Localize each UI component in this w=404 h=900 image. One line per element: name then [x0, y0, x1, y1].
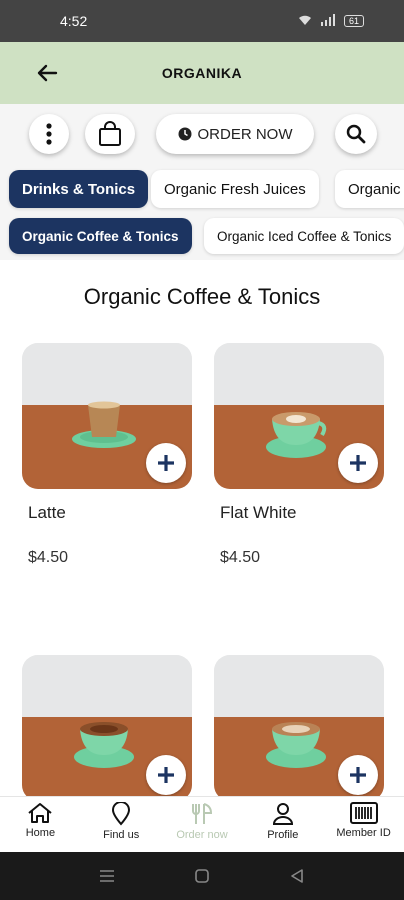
app-title: ORGANIKA: [161, 65, 243, 81]
plus-icon: [350, 455, 366, 471]
barcode-icon: [349, 802, 378, 824]
square-icon: [195, 869, 209, 883]
add-to-cart-button[interactable]: [146, 443, 186, 483]
nav-home[interactable]: Home: [0, 797, 81, 852]
wifi-icon: [298, 14, 312, 29]
plus-icon: [158, 455, 174, 471]
product-price: $4.50: [28, 549, 69, 566]
status-time: 4:52: [60, 13, 88, 29]
nav-member-id[interactable]: Member ID: [323, 797, 404, 852]
coffee-image: [266, 412, 327, 458]
product-name: Flat White: [220, 503, 297, 522]
status-icons: 61: [298, 13, 364, 29]
search-icon: [346, 124, 366, 144]
section-title: Organic Coffee & Tonics: [83, 284, 321, 309]
product-image[interactable]: [214, 343, 384, 489]
tab-organic-coffee-tonics[interactable]: Organic Coffee & Tonics: [9, 218, 192, 254]
product-image[interactable]: [214, 655, 384, 796]
nav-label: Member ID: [336, 827, 391, 839]
tab-label: Organic: [348, 180, 401, 198]
order-now-button[interactable]: ORDER NOW: [156, 114, 314, 154]
home-icon: [28, 803, 53, 823]
menu-lines-icon: [100, 870, 115, 882]
add-to-cart-button[interactable]: [338, 755, 378, 795]
product-image[interactable]: [22, 655, 192, 796]
plus-icon: [158, 767, 174, 783]
coffee-image: [72, 401, 136, 448]
nav-label: Home: [25, 827, 56, 839]
tab-label: Organic Coffee & Tonics: [22, 228, 179, 244]
product-list: Organic Coffee & Tonics Latte $4.50 Flat…: [10, 260, 394, 796]
cart-button[interactable]: [85, 114, 135, 154]
home-system-button[interactable]: [187, 861, 217, 891]
nav-label: Order now: [176, 829, 228, 841]
recent-apps-button[interactable]: [92, 861, 122, 891]
tab-label: Organic Fresh Juices: [164, 180, 306, 198]
cutlery-icon: [191, 803, 212, 824]
subcategory-tabs: Organic Coffee & Tonics Organic Iced Cof…: [0, 212, 404, 260]
add-to-cart-button[interactable]: [338, 443, 378, 483]
coffee-image: [266, 722, 326, 768]
tab-label: Organic Iced Coffee & Tonics: [217, 228, 392, 244]
signal-icon: [320, 13, 336, 29]
shopping-bag-icon: [99, 121, 121, 146]
product-image[interactable]: [22, 343, 192, 489]
tab-organic-iced-coffee-tonics[interactable]: Organic Iced Coffee & Tonics: [204, 218, 404, 254]
back-system-button[interactable]: [282, 861, 312, 891]
location-pin-icon: [112, 802, 131, 826]
clock-icon: [178, 127, 191, 141]
category-tabs: Drinks & Tonics Organic Fresh Juices Org…: [0, 164, 404, 212]
tab-drinks-tonics[interactable]: Drinks & Tonics: [9, 170, 149, 208]
tab-organic-fresh-juices[interactable]: Organic Fresh Juices: [151, 170, 319, 208]
more-vertical-icon: [46, 123, 52, 145]
product-price: $4.50: [220, 549, 261, 566]
triangle-back-icon: [290, 869, 303, 883]
toolbar: ORDER NOW: [0, 104, 404, 164]
battery-icon: 61: [343, 15, 364, 27]
product-name: Latte: [28, 503, 66, 522]
system-nav-bar: [0, 852, 404, 900]
user-icon: [272, 803, 293, 825]
status-bar: 4:52 61: [0, 0, 404, 42]
tab-label: Drinks & Tonics: [22, 180, 136, 198]
nav-profile[interactable]: Profile: [242, 797, 323, 852]
nav-label: Profile: [267, 829, 299, 841]
nav-label: Find us: [103, 829, 140, 841]
search-button[interactable]: [335, 114, 377, 154]
plus-icon: [350, 767, 366, 783]
order-now-label: ORDER NOW: [197, 125, 293, 143]
bottom-nav: Home Find us Order now Profile Member ID: [0, 796, 404, 852]
more-menu-button[interactable]: [29, 114, 69, 154]
nav-order-now[interactable]: Order now: [162, 797, 243, 852]
app-bar: ORGANIKA: [0, 42, 404, 104]
nav-find-us[interactable]: Find us: [81, 797, 162, 852]
tab-organic[interactable]: Organic: [335, 170, 404, 208]
coffee-image: [74, 722, 134, 768]
add-to-cart-button[interactable]: [146, 755, 186, 795]
